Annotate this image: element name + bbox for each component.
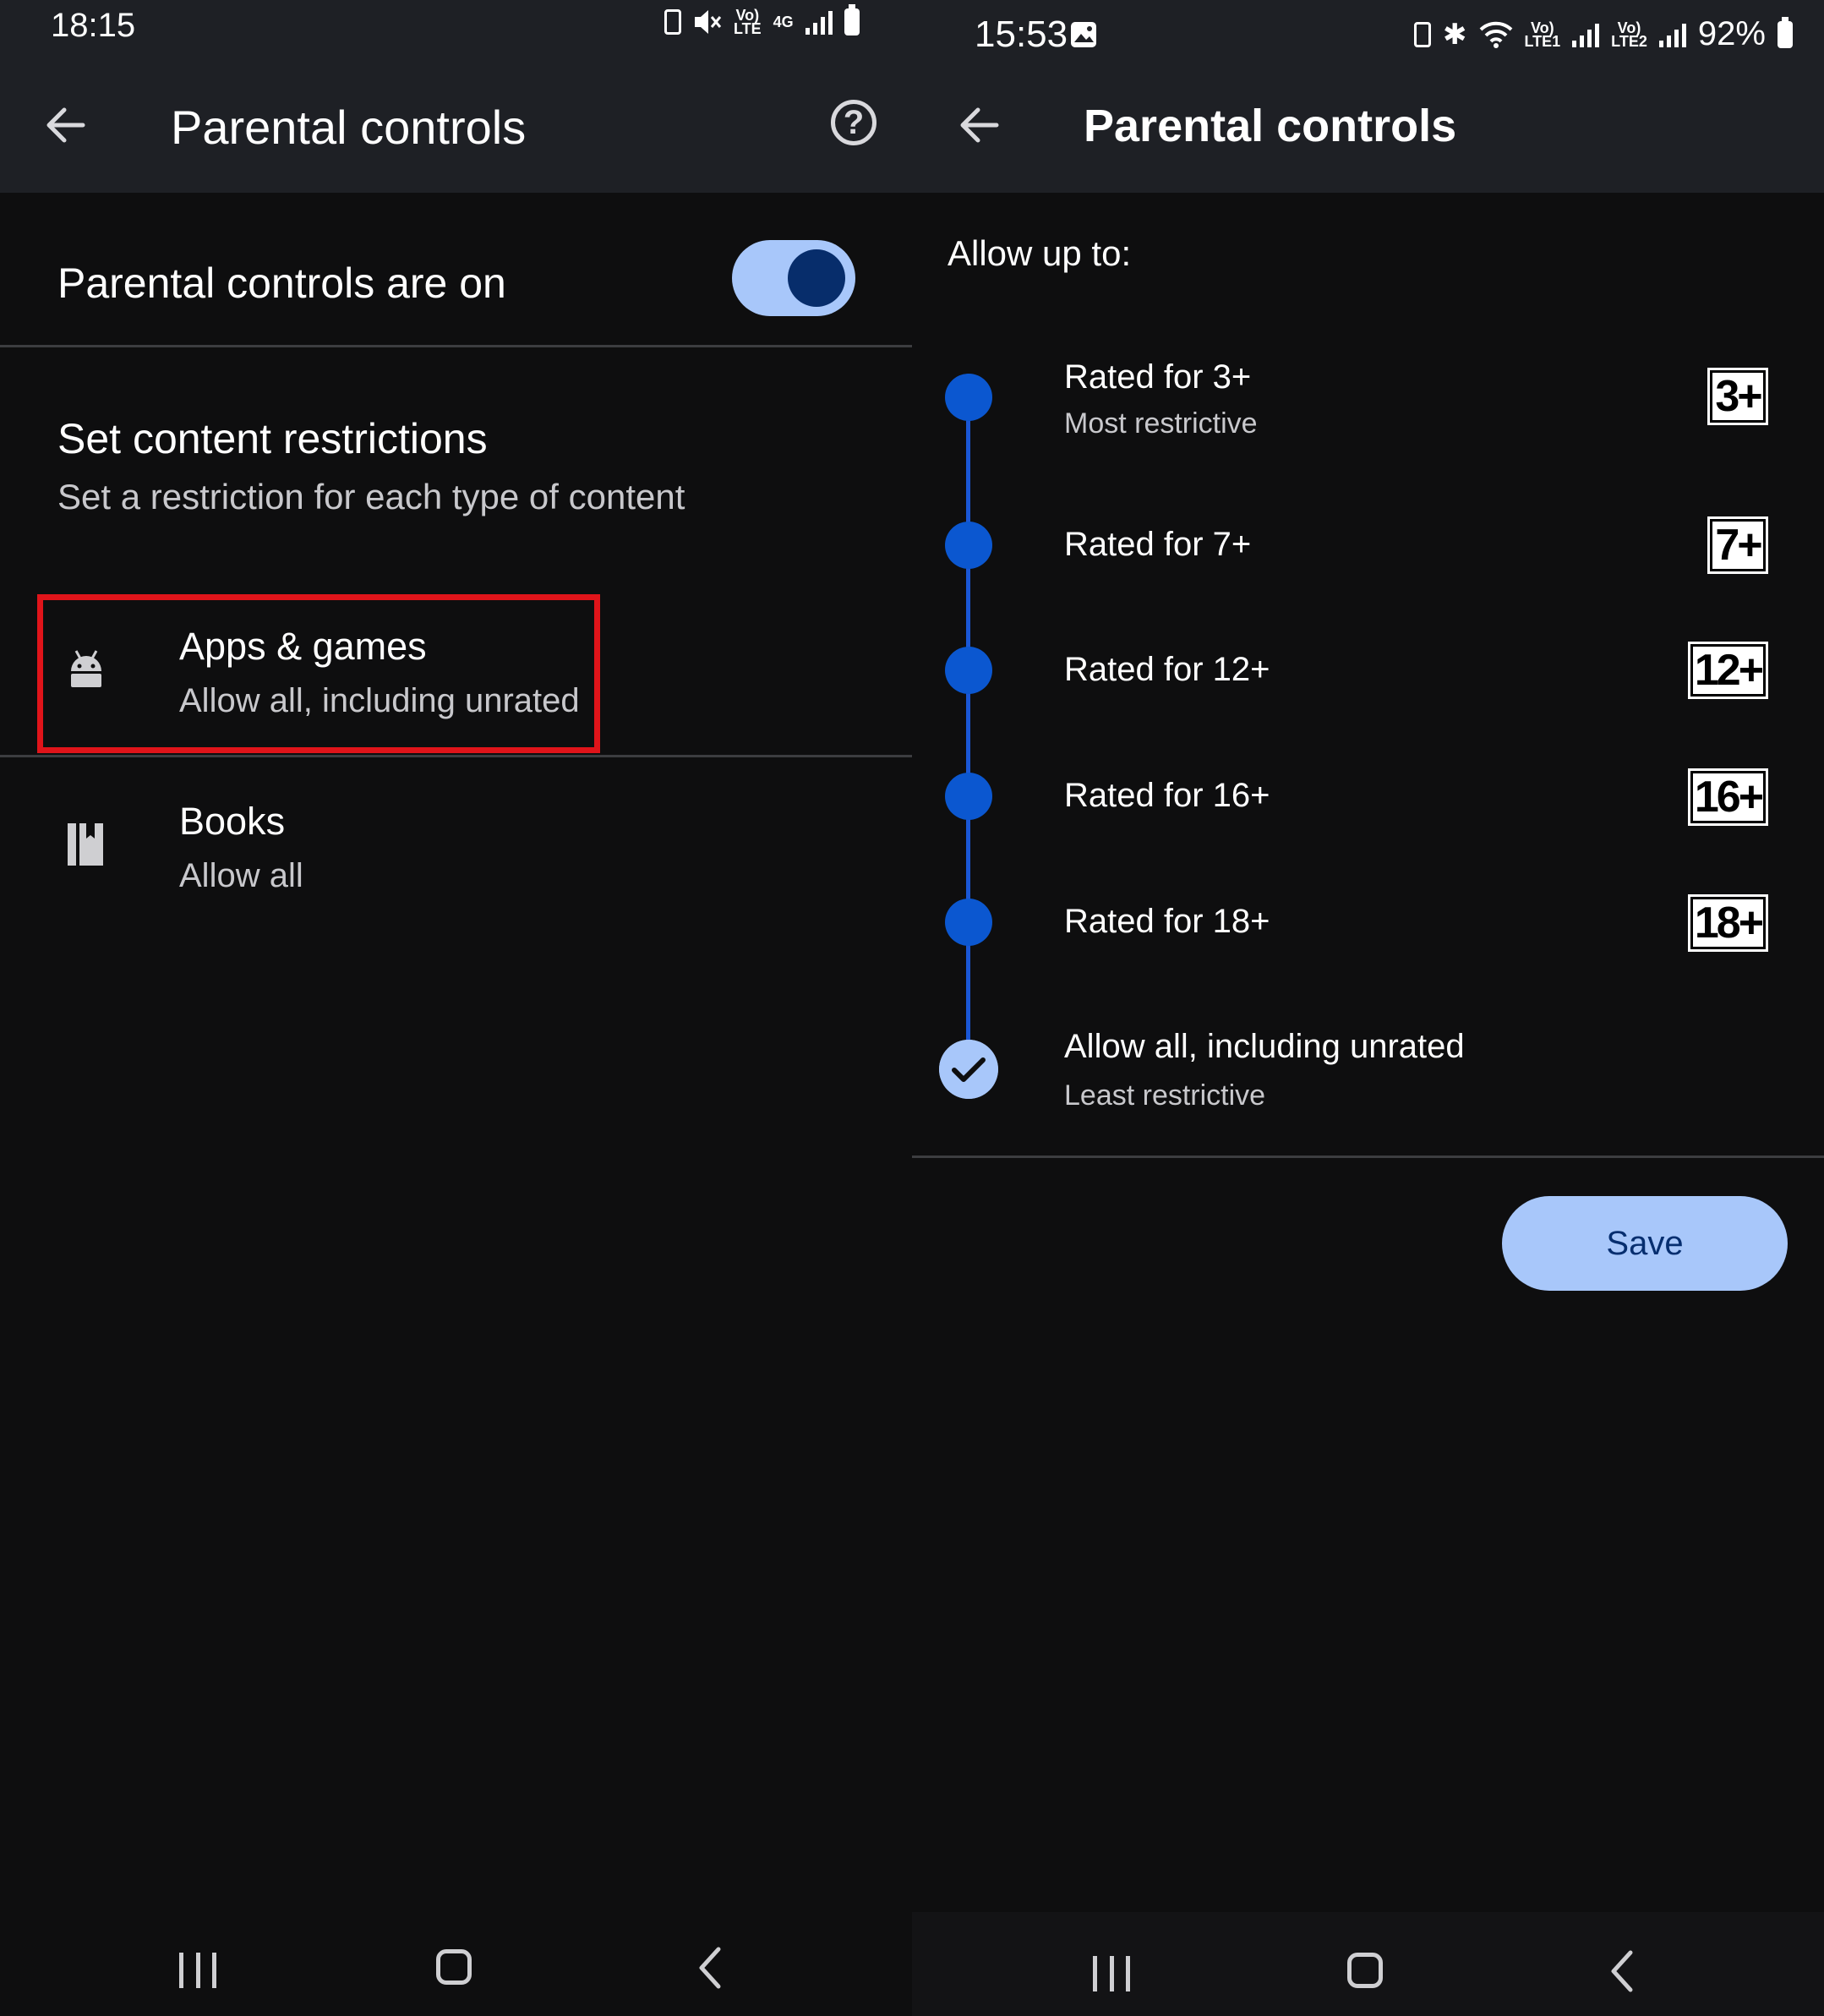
left-screen: 18:15 Vo) LTE 4G Parental controls ? Pare… — [0, 0, 912, 2016]
home-icon[interactable] — [1347, 1953, 1383, 1988]
divider — [0, 345, 912, 347]
image-notification-icon — [1071, 22, 1096, 47]
page-title: Parental controls — [1084, 101, 1457, 151]
back-arrow-icon[interactable] — [41, 100, 91, 150]
recent-apps-icon[interactable] — [179, 1953, 216, 1988]
rating-badge: 16+ — [1688, 768, 1768, 826]
signal-icon — [1658, 22, 1686, 47]
parental-controls-toggle-label: Parental controls are on — [57, 260, 506, 307]
battery-icon — [1777, 16, 1793, 48]
rating-title: Rated for 7+ — [1064, 526, 1252, 563]
rating-dot — [945, 647, 992, 694]
status-icons: ✱ Vo) LTE1 Vo) LTE2 92% — [1414, 15, 1793, 53]
volte-lte1-icon: Vo) LTE1 — [1524, 19, 1561, 50]
right-screen: 15:53 ✱ Vo) LTE1 Vo) LTE2 92% Parental con… — [912, 0, 1824, 2016]
volte-lte2-icon: Vo) LTE2 — [1611, 19, 1647, 50]
wifi-icon — [1479, 21, 1512, 48]
rating-dot — [945, 374, 992, 421]
status-time: 15:53 — [975, 14, 1068, 55]
back-arrow-icon[interactable] — [954, 100, 1005, 150]
divider — [912, 1156, 1824, 1158]
section-title: Set content restrictions — [57, 415, 488, 462]
battery-percent: 92% — [1697, 15, 1766, 52]
rating-badge: 3+ — [1707, 368, 1768, 425]
rating-track — [966, 397, 970, 1074]
allow-up-to-label: Allow up to: — [947, 233, 1132, 273]
save-button[interactable]: Save — [1502, 1196, 1788, 1291]
rating-dot — [945, 522, 992, 569]
highlight-box — [37, 594, 600, 753]
recent-apps-icon[interactable] — [1093, 1956, 1130, 1991]
book-icon — [68, 823, 103, 866]
page-title: Parental controls — [171, 101, 527, 154]
item-title: Books — [179, 800, 286, 843]
nav-back-icon[interactable] — [690, 1944, 732, 1991]
rating-dot — [945, 773, 992, 820]
battery-saver-icon — [1414, 21, 1431, 47]
bluetooth-icon: ✱ — [1443, 18, 1467, 51]
battery-icon — [844, 4, 860, 36]
rating-title: Rated for 12+ — [1064, 651, 1270, 688]
rating-title: Rated for 18+ — [1064, 903, 1270, 940]
signal-icon — [805, 9, 833, 35]
list-item-books[interactable]: Books Allow all — [0, 778, 912, 913]
status-icons: Vo) LTE 4G — [664, 4, 860, 37]
rating-dot — [945, 899, 992, 946]
toggle-knob — [788, 249, 845, 307]
rating-badge: 18+ — [1688, 894, 1768, 952]
rating-title: Rated for 3+ — [1064, 358, 1252, 396]
nav-back-icon[interactable] — [1602, 1948, 1644, 1995]
help-icon[interactable]: ? — [831, 100, 877, 145]
rating-subtitle: Least restrictive — [1064, 1079, 1266, 1112]
mute-icon — [695, 10, 722, 34]
check-icon — [939, 1040, 998, 1099]
rating-subtitle: Most restrictive — [1064, 407, 1258, 440]
rating-badge: 7+ — [1707, 516, 1768, 574]
divider — [0, 755, 912, 757]
status-time: 18:15 — [51, 7, 136, 44]
signal-icon — [1572, 22, 1600, 47]
section-subtitle: Set a restriction for each type of conte… — [57, 477, 685, 516]
rating-title: Allow all, including unrated — [1064, 1028, 1465, 1065]
battery-saver-icon — [664, 9, 681, 35]
parental-controls-toggle[interactable] — [732, 240, 855, 316]
rating-badge: 12+ — [1688, 642, 1768, 699]
rating-title: Rated for 16+ — [1064, 777, 1270, 814]
home-icon[interactable] — [436, 1949, 472, 1985]
network-type-icon: 4G — [773, 14, 794, 30]
volte-icon: Vo) LTE — [734, 7, 762, 37]
item-subtitle: Allow all — [179, 857, 303, 894]
